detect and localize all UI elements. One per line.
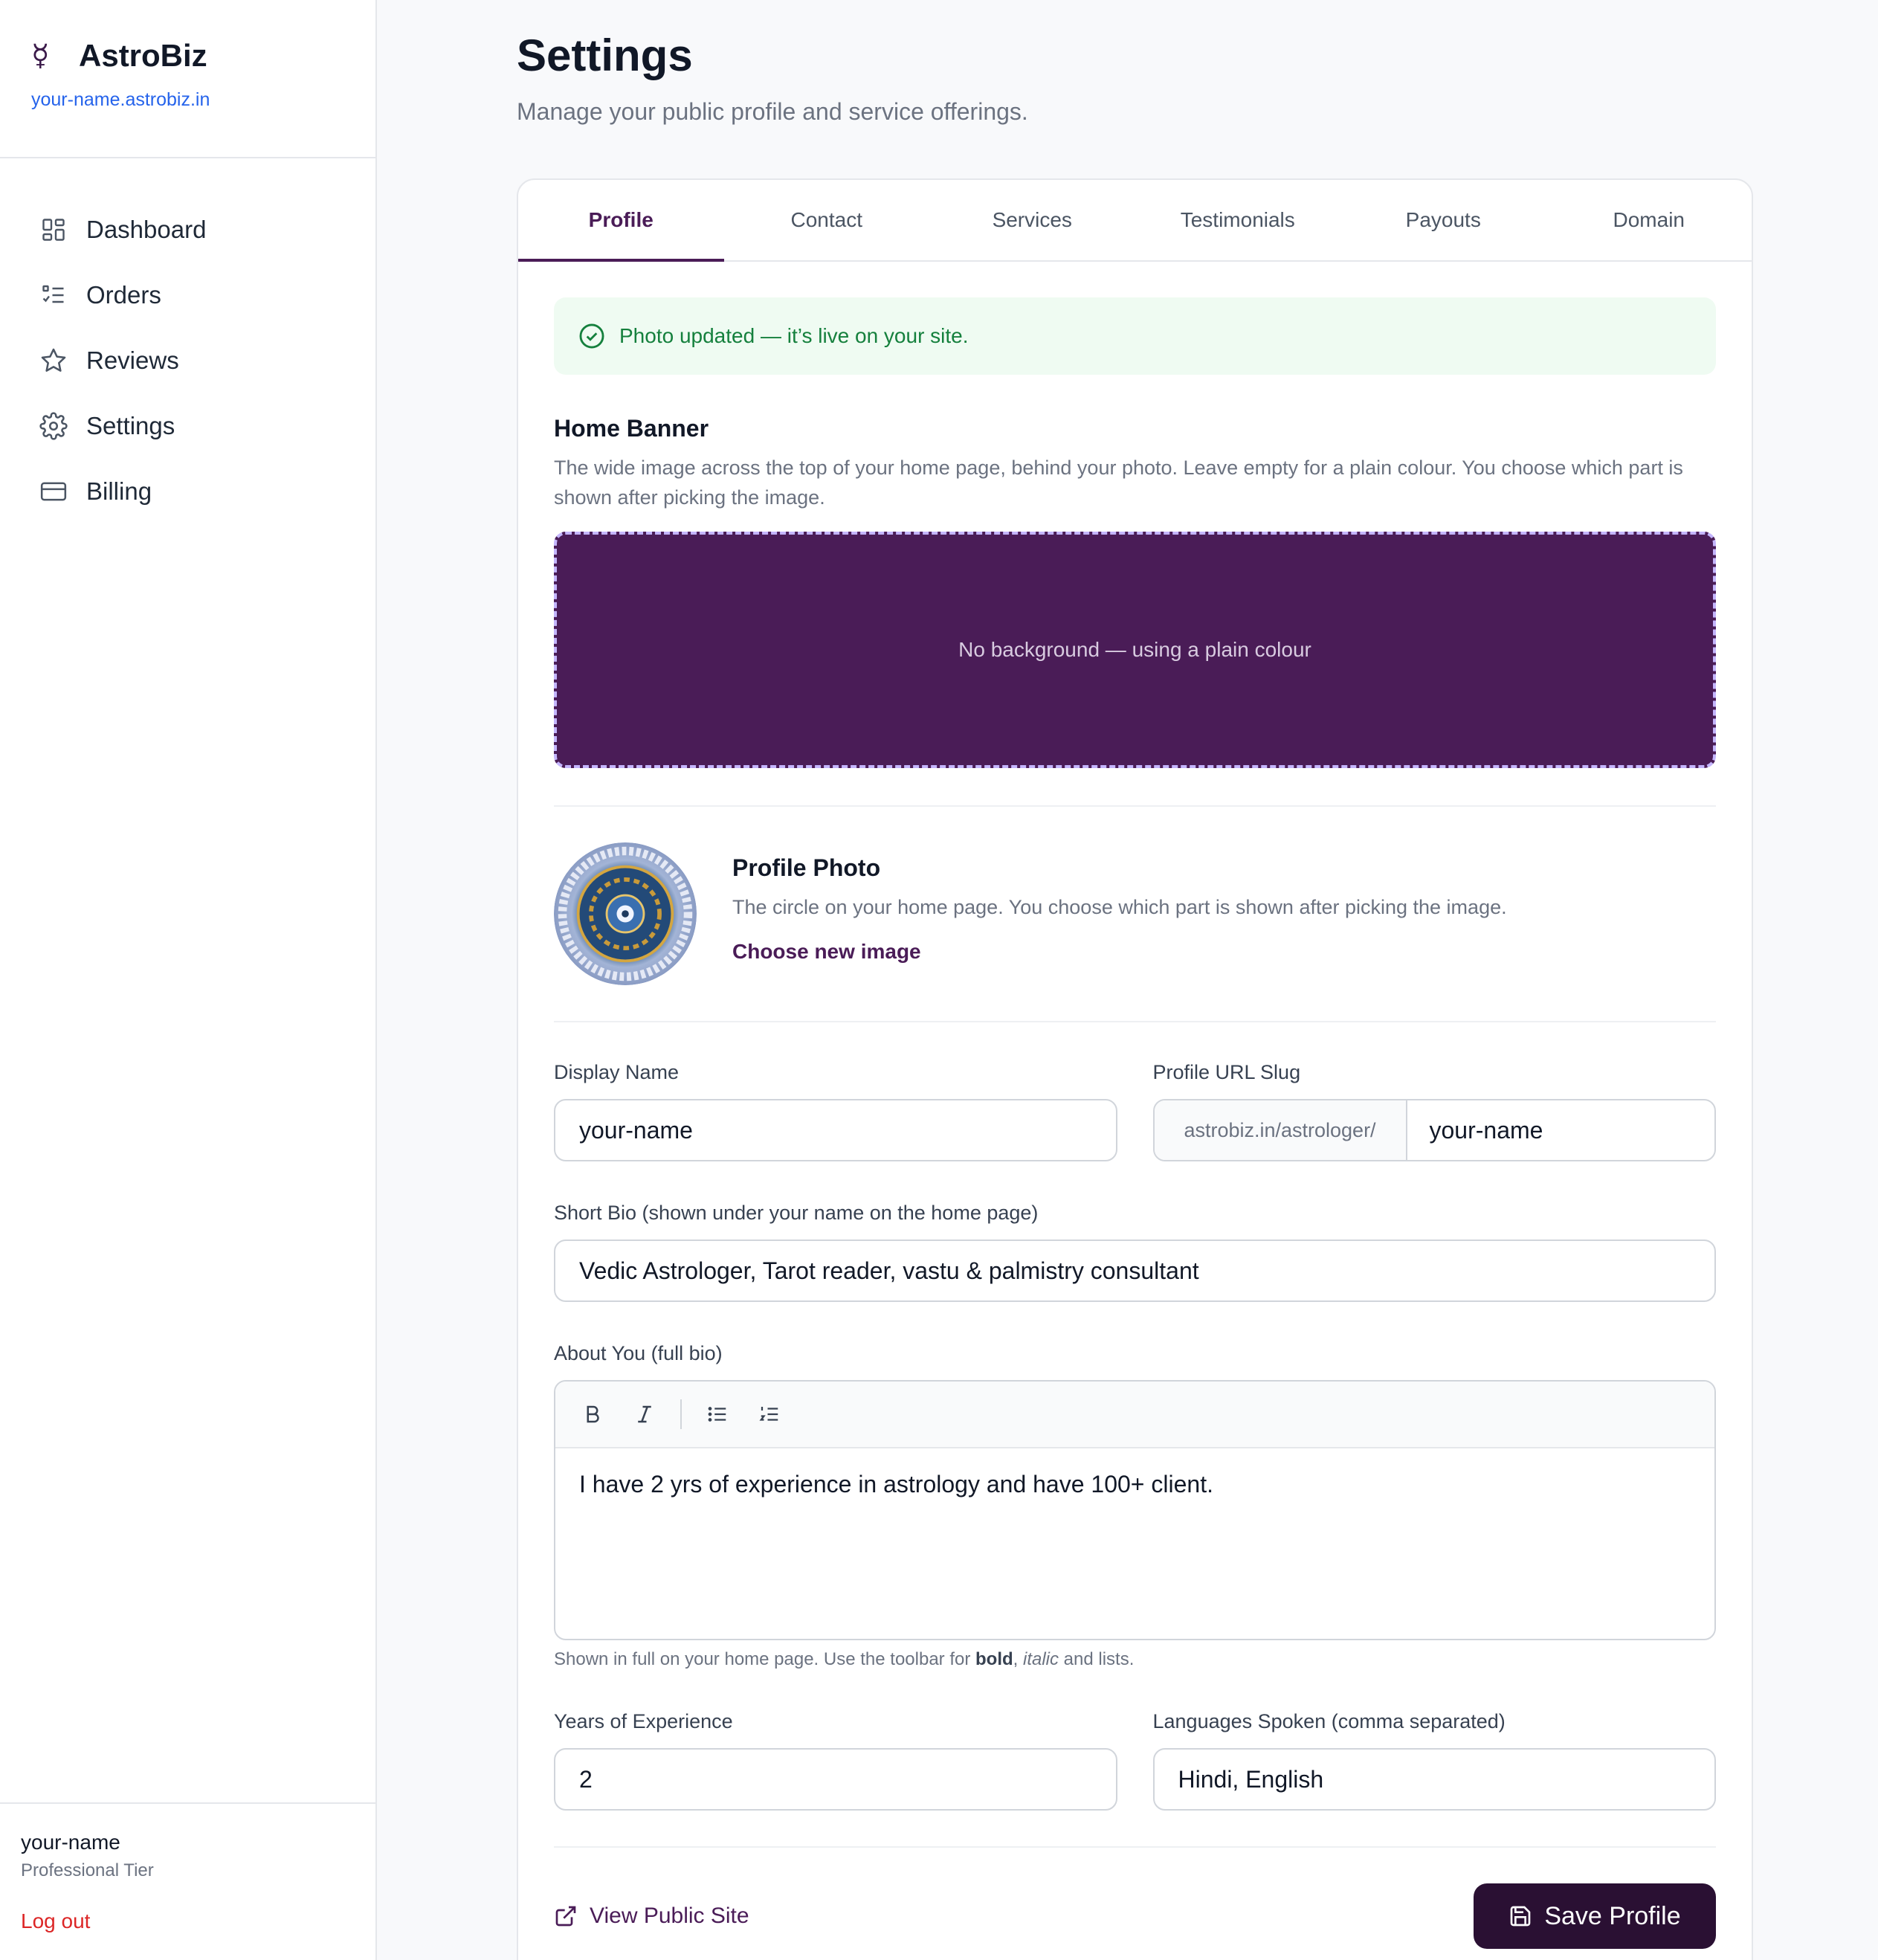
brand-name: AstroBiz <box>79 38 207 73</box>
about-field: About You (full bio) I have 2 yrs of exp… <box>554 1342 1716 1670</box>
years-field: Years of Experience 2 <box>554 1710 1117 1811</box>
sidebar-item-label: Dashboard <box>86 216 207 243</box>
rich-text-editor: I have 2 yrs of experience in astrology … <box>554 1380 1716 1640</box>
hint-text: and lists. <box>1059 1649 1135 1669</box>
sidebar-item-label: Billing <box>86 477 152 505</box>
toolbar-separator <box>680 1399 682 1429</box>
brand: ☿ AstroBiz your-name.astrobiz.in <box>0 0 375 158</box>
home-banner-desc: The wide image across the top of your ho… <box>554 457 1683 509</box>
name-slug-row: Display Name your-name Profile URL Slug … <box>554 1061 1716 1161</box>
tab-testimonials[interactable]: Testimonials <box>1135 180 1341 260</box>
logout-button[interactable]: Log out <box>21 1909 375 1933</box>
slug-input[interactable]: your-name <box>1407 1100 1715 1160</box>
view-public-site-link[interactable]: View Public Site <box>554 1903 749 1929</box>
save-icon <box>1510 1906 1531 1927</box>
mercury-logo-icon: ☿ <box>31 39 50 73</box>
languages-input[interactable]: Hindi, English <box>1152 1748 1716 1811</box>
main-content: Settings Manage your public profile and … <box>377 0 1878 1960</box>
numbered-list-button[interactable] <box>753 1398 786 1431</box>
bold-button[interactable] <box>576 1398 609 1431</box>
brand-row[interactable]: ☿ AstroBiz <box>31 37 375 74</box>
slug-label: Profile URL Slug <box>1152 1061 1301 1083</box>
site-url-link[interactable]: your-name.astrobiz.in <box>31 89 375 111</box>
choose-image-button[interactable]: Choose new image <box>732 940 921 964</box>
profile-photo-info: Profile Photo The circle on your home pa… <box>732 842 1507 964</box>
alert-text: Photo updated — it’s live on your site. <box>619 324 969 347</box>
years-input[interactable]: 2 <box>554 1748 1117 1811</box>
external-link-icon <box>555 1906 576 1927</box>
display-name-label: Display Name <box>554 1061 680 1083</box>
languages-label: Languages Spoken (comma separated) <box>1152 1710 1506 1732</box>
star-icon <box>39 346 68 375</box>
sidebar-item-label: Reviews <box>86 346 179 374</box>
slug-input-group: astrobiz.in/astrologer/ your-name <box>1152 1099 1716 1161</box>
slug-field: Profile URL Slug astrobiz.in/astrologer/… <box>1152 1061 1716 1161</box>
tab-contact[interactable]: Contact <box>724 180 930 260</box>
sidebar-item-billing[interactable]: Billing <box>0 459 375 524</box>
form-actions: View Public Site Save Profile <box>554 1848 1716 1949</box>
profile-photo-desc: The circle on your home page. You choose… <box>732 896 1507 918</box>
avatar[interactable] <box>554 842 697 985</box>
hint-bold: bold <box>975 1649 1013 1669</box>
tab-domain[interactable]: Domain <box>1546 180 1752 260</box>
sidebar-nav: Dashboard Orders Reviews Settings Billin… <box>0 158 375 524</box>
save-profile-button[interactable]: Save Profile <box>1474 1883 1716 1949</box>
languages-field: Languages Spoken (comma separated) Hindi… <box>1152 1710 1716 1811</box>
profile-form: Photo updated — it’s live on your site. … <box>518 297 1752 1949</box>
sidebar-item-dashboard[interactable]: Dashboard <box>0 197 375 262</box>
tab-services[interactable]: Services <box>929 180 1135 260</box>
slug-prefix: astrobiz.in/astrologer/ <box>1154 1100 1407 1160</box>
check-circle-icon <box>578 322 606 350</box>
display-name-field: Display Name your-name <box>554 1061 1117 1161</box>
profile-photo-section: Profile Photo The circle on your home pa… <box>554 807 1716 1021</box>
settings-tabs: Profile Contact Services Testimonials Pa… <box>518 180 1752 262</box>
tab-profile[interactable]: Profile <box>518 180 724 262</box>
years-label: Years of Experience <box>554 1710 733 1732</box>
editor-toolbar <box>555 1382 1714 1448</box>
profile-photo-title: Profile Photo <box>732 854 881 881</box>
settings-card: Profile Contact Services Testimonials Pa… <box>517 178 1753 1960</box>
save-profile-label: Save Profile <box>1544 1901 1681 1930</box>
about-label: About You (full bio) <box>554 1342 723 1364</box>
sidebar-item-settings[interactable]: Settings <box>0 393 375 459</box>
short-bio-field: Short Bio (shown under your name on the … <box>554 1202 1716 1302</box>
short-bio-label: Short Bio (shown under your name on the … <box>554 1202 1039 1224</box>
success-alert: Photo updated — it’s live on your site. <box>554 297 1716 375</box>
hint-text: , <box>1013 1649 1023 1669</box>
sidebar: ☿ AstroBiz your-name.astrobiz.in Dashboa… <box>0 0 377 1960</box>
about-hint: Shown in full on your home page. Use the… <box>554 1649 1716 1670</box>
dashboard-icon <box>39 215 68 245</box>
short-bio-input[interactable]: Vedic Astrologer, Tarot reader, vastu & … <box>554 1239 1716 1302</box>
orders-icon <box>39 280 68 310</box>
home-banner-title: Home Banner <box>554 415 709 442</box>
sidebar-item-label: Orders <box>86 281 161 309</box>
user-tier: Professional Tier <box>21 1860 154 1880</box>
experience-languages-row: Years of Experience 2 Languages Spoken (… <box>554 1710 1716 1811</box>
page-title: Settings <box>517 30 693 80</box>
italic-button[interactable] <box>628 1398 661 1431</box>
gear-icon <box>39 411 68 441</box>
page-subtitle: Manage your public profile and service o… <box>517 98 1028 125</box>
sidebar-item-reviews[interactable]: Reviews <box>0 328 375 393</box>
user-panel: your-name Professional Tier Log out <box>0 1802 375 1960</box>
about-editor-body[interactable]: I have 2 yrs of experience in astrology … <box>555 1448 1714 1639</box>
hint-italic: italic <box>1023 1649 1059 1669</box>
sidebar-item-orders[interactable]: Orders <box>0 262 375 328</box>
home-banner-dropzone[interactable]: No background — using a plain colour <box>554 532 1716 768</box>
user-name: your-name <box>21 1831 120 1854</box>
home-banner-section: Home Banner The wide image across the to… <box>554 415 1716 768</box>
display-name-input[interactable]: your-name <box>554 1099 1117 1161</box>
divider <box>554 1021 1716 1022</box>
sidebar-item-label: Settings <box>86 412 175 439</box>
hint-text: Shown in full on your home page. Use the… <box>554 1649 975 1669</box>
tab-payouts[interactable]: Payouts <box>1340 180 1546 260</box>
view-public-site-label: View Public Site <box>590 1903 749 1928</box>
bullet-list-button[interactable] <box>701 1398 734 1431</box>
banner-placeholder: No background — using a plain colour <box>958 638 1311 661</box>
card-icon <box>39 477 68 506</box>
